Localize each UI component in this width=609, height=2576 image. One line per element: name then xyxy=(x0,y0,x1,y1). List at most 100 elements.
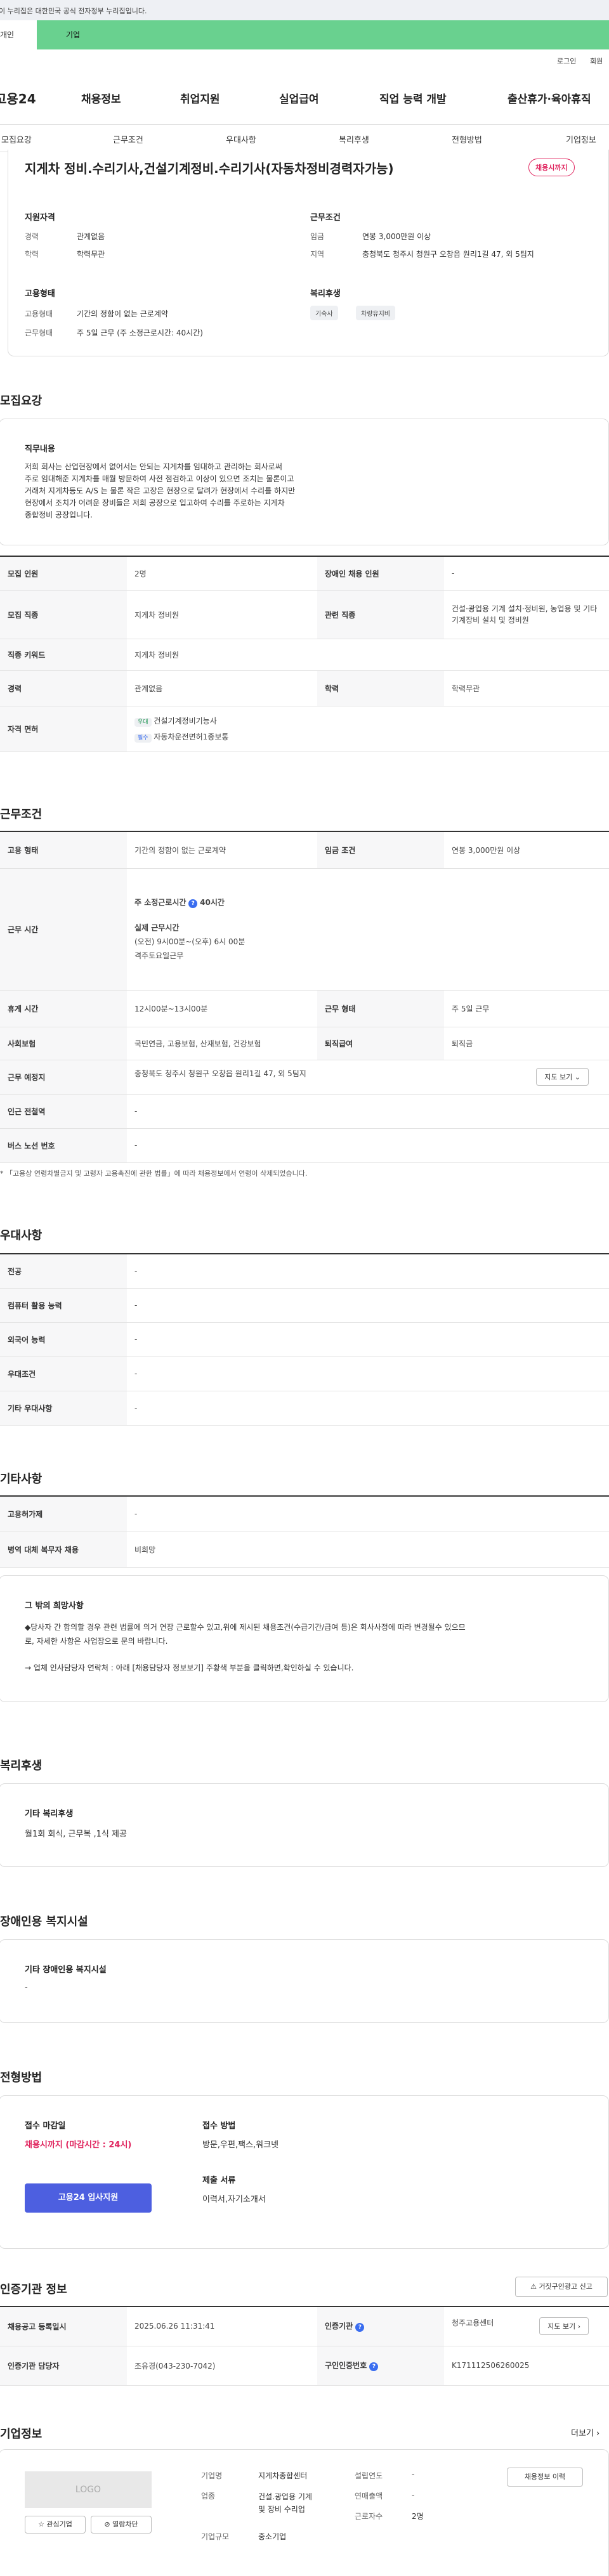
gnb-parental-leave[interactable]: 출산휴가·육아휴직 xyxy=(508,90,591,106)
info-icon[interactable]: ? xyxy=(369,2362,379,2371)
welfare-text: 월1회 회식, 근무복 ,1식 제공 xyxy=(25,1830,127,1839)
table-row: 근무 시간 주 소정근로시간 ? 40시간 실제 근무시간 (오전) 9시00분… xyxy=(0,868,609,991)
method-value: 방문,우편,팩스,워크넷 xyxy=(202,2140,279,2150)
table-row: 채용공고 등록일시 2025.06.26 11:31:41 인증기관 ? 청주고용센터… xyxy=(0,2306,609,2346)
worktype-value: 주 5일 근무 (주 소정근로시간: 40시간) xyxy=(77,329,203,337)
career-label: 경력 xyxy=(25,232,39,241)
apply-button[interactable]: 고용24 입사지원 xyxy=(25,2183,152,2213)
cell-value: - xyxy=(127,1288,609,1323)
loc-value: 충청북도 청주시 청원구 오창읍 원리1길 47, 외 5팀지 xyxy=(362,250,534,259)
snb-company[interactable]: 기업정보 xyxy=(566,133,596,145)
license-tag: 우대 xyxy=(134,718,152,727)
map-button[interactable]: 지도 보기 ⌄ xyxy=(536,1068,589,1086)
cell-label: 장애인 채용 인원 xyxy=(317,556,444,591)
cell-value: 비희망 xyxy=(127,1532,609,1568)
snb-conditions[interactable]: 근무조건 xyxy=(113,133,143,145)
cell-label: 근무 형태 xyxy=(317,990,444,1027)
edu-value: 학력무관 xyxy=(77,250,105,259)
welfare-sub: 기타 복리후생 xyxy=(25,1809,74,1819)
cert-map-button[interactable]: 지도 보기 › xyxy=(539,2317,589,2336)
wage-value: 연봉 3,000만원 이상 xyxy=(362,232,431,241)
company-heading: 기업정보 xyxy=(0,2428,43,2441)
table-row: 근무 예정지 충청북도 청주시 청원구 오창읍 원리1길 47, 외 5팀지 지도 … xyxy=(0,1060,609,1095)
table-row: 기타 우대사항 - xyxy=(0,1391,609,1426)
welfare-tag: 기숙사 xyxy=(310,306,338,320)
est-label: 설립연도 xyxy=(355,2471,383,2480)
cell-label: 기타 우대사항 xyxy=(0,1391,127,1426)
cell-label: 컴퓨터 활용 능력 xyxy=(0,1288,127,1323)
report-button[interactable]: ⚠ 거짓구인광고 신고 xyxy=(515,2277,608,2297)
cell-label: 인증기관 담당자 xyxy=(0,2346,127,2386)
join-link[interactable]: 회원 xyxy=(590,56,603,66)
company-name: 지게차종합센터 xyxy=(258,2471,308,2480)
cell-value: 건설·광업용 기계 설치·정비원, 농업용 및 기타 기계장비 설치 및 정비원 xyxy=(444,590,609,639)
industry-label: 업종 xyxy=(201,2492,216,2501)
career-value: 관계없음 xyxy=(77,232,105,241)
gnb-unemployment[interactable]: 실업급여 xyxy=(279,90,319,106)
cell-value: 퇴직금 xyxy=(444,1027,609,1060)
site-logo[interactable]: 고용24 xyxy=(0,89,36,107)
gov-banner: 이 누리집은 대한민국 공식 전자정부 누리집입니다. xyxy=(0,0,609,20)
snb-selection[interactable]: 전형방법 xyxy=(452,133,482,145)
table-row: 전공 - xyxy=(0,1254,609,1289)
section-nav: 모집요강 근무조건 우대사항 복리후생 전형방법 기업정보 xyxy=(0,124,609,152)
cell-value: 기간의 정함이 없는 근로계약 xyxy=(127,831,317,869)
worktype-label: 근무형태 xyxy=(25,329,53,337)
selection-heading: 전형방법 xyxy=(0,2071,43,2085)
gnb-employment-support[interactable]: 취업지원 xyxy=(180,90,220,106)
size-label: 기업규모 xyxy=(201,2532,230,2541)
gnb-training[interactable]: 직업 능력 개발 xyxy=(379,90,447,106)
table-row: 휴게 시간 12시00분~13시00분 근무 형태 주 5일 근무 xyxy=(0,990,609,1027)
industry-value: 건설.광업용 기계 및 장비 수리업 xyxy=(258,2492,312,2514)
top-tabs: 개인 기업 xyxy=(0,20,609,49)
info-icon[interactable]: ? xyxy=(355,2323,365,2332)
block-icon: ⊘ xyxy=(104,2520,110,2528)
cell-value: - xyxy=(127,1322,609,1357)
tab-individual[interactable]: 개인 xyxy=(0,20,34,49)
loc-label: 지역 xyxy=(310,250,325,259)
info-icon[interactable]: ? xyxy=(188,899,198,908)
recruit-table: 모집 인원 2명 장애인 채용 인원 - 모집 직종 지게차 정비원 관련 직종 건설·광업… xyxy=(0,556,609,752)
cell-value: 청주고용센터 지도 보기 › xyxy=(444,2306,609,2346)
cell-label: 자격 면허 xyxy=(0,706,127,752)
cell-label: 버스 노선 번호 xyxy=(0,1128,127,1163)
sales-value: - xyxy=(412,2490,415,2499)
block-button[interactable]: ⊘ 열람차단 xyxy=(91,2516,152,2534)
cell-label: 관련 직종 xyxy=(317,590,444,639)
cell-label: 휴게 시간 xyxy=(0,990,127,1027)
table-row: 모집 직종 지게차 정비원 관련 직종 건설·광업용 기계 설치·정비원, 농업용 및… xyxy=(0,590,609,639)
size-value: 중소기업 xyxy=(258,2532,287,2541)
deadline-value: 채용시까지 (마감시간 : 24시) xyxy=(25,2140,132,2150)
snb-preference[interactable]: 우대사항 xyxy=(226,133,256,145)
tab-company[interactable]: 기업 xyxy=(37,20,609,49)
table-row: 고용허가제 - xyxy=(0,1496,609,1532)
edu-label: 학력 xyxy=(25,250,39,259)
table-row: 고용 형태 기간의 정함이 없는 근로계약 임금 조건 연봉 3,000만원 이상 xyxy=(0,831,609,869)
company-more-link[interactable]: 더보기 › xyxy=(571,2426,599,2438)
welfare-heading: 복리후생 xyxy=(0,1759,43,1773)
cell-label: 근무 예정지 xyxy=(0,1060,127,1095)
cell-label: 채용공고 등록일시 xyxy=(0,2306,127,2346)
employees-value: 2명 xyxy=(412,2512,424,2521)
cell-label: 임금 조건 xyxy=(317,831,444,869)
snb-welfare[interactable]: 복리후생 xyxy=(339,133,369,145)
history-button[interactable]: 채용정보 이력 xyxy=(507,2468,583,2487)
gnb-jobs[interactable]: 채용정보 xyxy=(81,90,121,106)
cell-label: 고용 형태 xyxy=(0,831,127,869)
login-link[interactable]: 로그인 xyxy=(557,56,576,66)
cell-value: 주 소정근로시간 ? 40시간 실제 근무시간 (오전) 9시00분~(오후) … xyxy=(127,868,609,991)
cell-label: 직종 키워드 xyxy=(0,639,127,671)
cell-value: - xyxy=(127,1094,609,1129)
cell-value: 조유경(043-230-7042) xyxy=(127,2346,317,2386)
emp-heading: 고용형태 xyxy=(25,289,55,299)
cell-value: 지게차 정비원 xyxy=(127,590,317,639)
welfare-tag: 차량유지비 xyxy=(356,306,395,320)
duty-heading: 직무내용 xyxy=(25,445,55,454)
table-row: 병역 대체 복무자 채용 비희망 xyxy=(0,1532,609,1568)
cell-value: 관계없음 xyxy=(127,670,317,706)
snb-recruit[interactable]: 모집요강 xyxy=(1,133,32,145)
cell-label: 인증기관 ? xyxy=(317,2306,444,2346)
favorite-button[interactable]: ☆ 관심기업 xyxy=(25,2516,86,2534)
est-value: - xyxy=(412,2470,415,2479)
etc-box: 그 밖의 희망사항 ◆당사자 간 합의할 경우 관련 법률에 의거 연장 근로할… xyxy=(0,1575,609,1702)
